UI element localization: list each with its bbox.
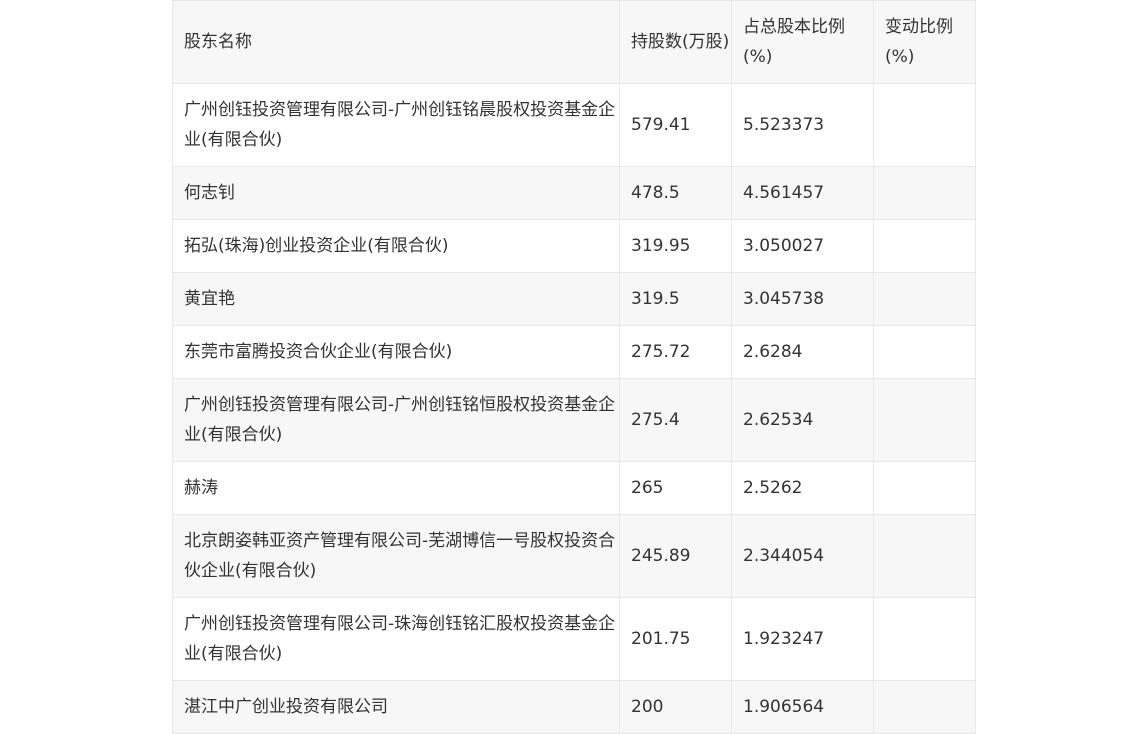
cell-change bbox=[873, 219, 976, 273]
cell-ratio: 2.344054 bbox=[731, 514, 874, 598]
cell-shares: 319.5 bbox=[619, 272, 732, 326]
cell-shares: 478.5 bbox=[619, 166, 732, 220]
table-header-row: 股东名称 持股数(万股) 占总股本比例(%) 变动比例(%) bbox=[172, 0, 976, 84]
cell-shares: 275.4 bbox=[619, 378, 732, 462]
table-row: 东莞市富腾投资合伙企业(有限合伙) 275.72 2.6284 bbox=[172, 325, 976, 379]
cell-shares: 319.95 bbox=[619, 219, 732, 273]
cell-ratio: 5.523373 bbox=[731, 83, 874, 167]
cell-change bbox=[873, 461, 976, 515]
cell-shareholder-name: 广州创钰投资管理有限公司-广州创钰铭恒股权投资基金企业(有限合伙) bbox=[172, 378, 620, 462]
cell-ratio: 3.050027 bbox=[731, 219, 874, 273]
cell-shareholder-name: 赫涛 bbox=[172, 461, 620, 515]
table-row: 何志钊 478.5 4.561457 bbox=[172, 166, 976, 220]
cell-change bbox=[873, 514, 976, 598]
table-row: 拓弘(珠海)创业投资企业(有限合伙) 319.95 3.050027 bbox=[172, 219, 976, 273]
cell-change bbox=[873, 325, 976, 379]
header-change: 变动比例(%) bbox=[873, 0, 976, 84]
cell-ratio: 2.6284 bbox=[731, 325, 874, 379]
cell-shareholder-name: 北京朗姿韩亚资产管理有限公司-芜湖博信一号股权投资合伙企业(有限合伙) bbox=[172, 514, 620, 598]
cell-shares: 201.75 bbox=[619, 597, 732, 681]
cell-shares: 579.41 bbox=[619, 83, 732, 167]
table-row: 湛江中广创业投资有限公司 200 1.906564 bbox=[172, 680, 976, 734]
cell-ratio: 1.906564 bbox=[731, 680, 874, 734]
table-row: 赫涛 265 2.5262 bbox=[172, 461, 976, 515]
cell-ratio: 1.923247 bbox=[731, 597, 874, 681]
cell-shareholder-name: 广州创钰投资管理有限公司-广州创钰铭晨股权投资基金企业(有限合伙) bbox=[172, 83, 620, 167]
header-shares: 持股数(万股) bbox=[619, 0, 732, 84]
cell-change bbox=[873, 166, 976, 220]
cell-shareholder-name: 黄宜艳 bbox=[172, 272, 620, 326]
table-row: 北京朗姿韩亚资产管理有限公司-芜湖博信一号股权投资合伙企业(有限合伙) 245.… bbox=[172, 514, 976, 598]
cell-change bbox=[873, 83, 976, 167]
cell-shareholder-name: 广州创钰投资管理有限公司-珠海创钰铭汇股权投资基金企业(有限合伙) bbox=[172, 597, 620, 681]
cell-shares: 275.72 bbox=[619, 325, 732, 379]
header-shareholder-name: 股东名称 bbox=[172, 0, 620, 84]
cell-shareholder-name: 何志钊 bbox=[172, 166, 620, 220]
cell-change bbox=[873, 597, 976, 681]
cell-change bbox=[873, 378, 976, 462]
cell-ratio: 4.561457 bbox=[731, 166, 874, 220]
cell-shares: 200 bbox=[619, 680, 732, 734]
cell-shares: 245.89 bbox=[619, 514, 732, 598]
cell-shareholder-name: 拓弘(珠海)创业投资企业(有限合伙) bbox=[172, 219, 620, 273]
header-ratio: 占总股本比例(%) bbox=[731, 0, 874, 84]
cell-ratio: 2.5262 bbox=[731, 461, 874, 515]
cell-shareholder-name: 湛江中广创业投资有限公司 bbox=[172, 680, 620, 734]
table-row: 广州创钰投资管理有限公司-广州创钰铭晨股权投资基金企业(有限合伙) 579.41… bbox=[172, 83, 976, 167]
cell-change bbox=[873, 680, 976, 734]
cell-ratio: 3.045738 bbox=[731, 272, 874, 326]
cell-change bbox=[873, 272, 976, 326]
table-row: 黄宜艳 319.5 3.045738 bbox=[172, 272, 976, 326]
table-row: 广州创钰投资管理有限公司-珠海创钰铭汇股权投资基金企业(有限合伙) 201.75… bbox=[172, 597, 976, 681]
cell-ratio: 2.62534 bbox=[731, 378, 874, 462]
cell-shareholder-name: 东莞市富腾投资合伙企业(有限合伙) bbox=[172, 325, 620, 379]
cell-shares: 265 bbox=[619, 461, 732, 515]
shareholder-table: 股东名称 持股数(万股) 占总股本比例(%) 变动比例(%) 广州创钰投资管理有… bbox=[172, 0, 976, 734]
table-row: 广州创钰投资管理有限公司-广州创钰铭恒股权投资基金企业(有限合伙) 275.4 … bbox=[172, 378, 976, 462]
